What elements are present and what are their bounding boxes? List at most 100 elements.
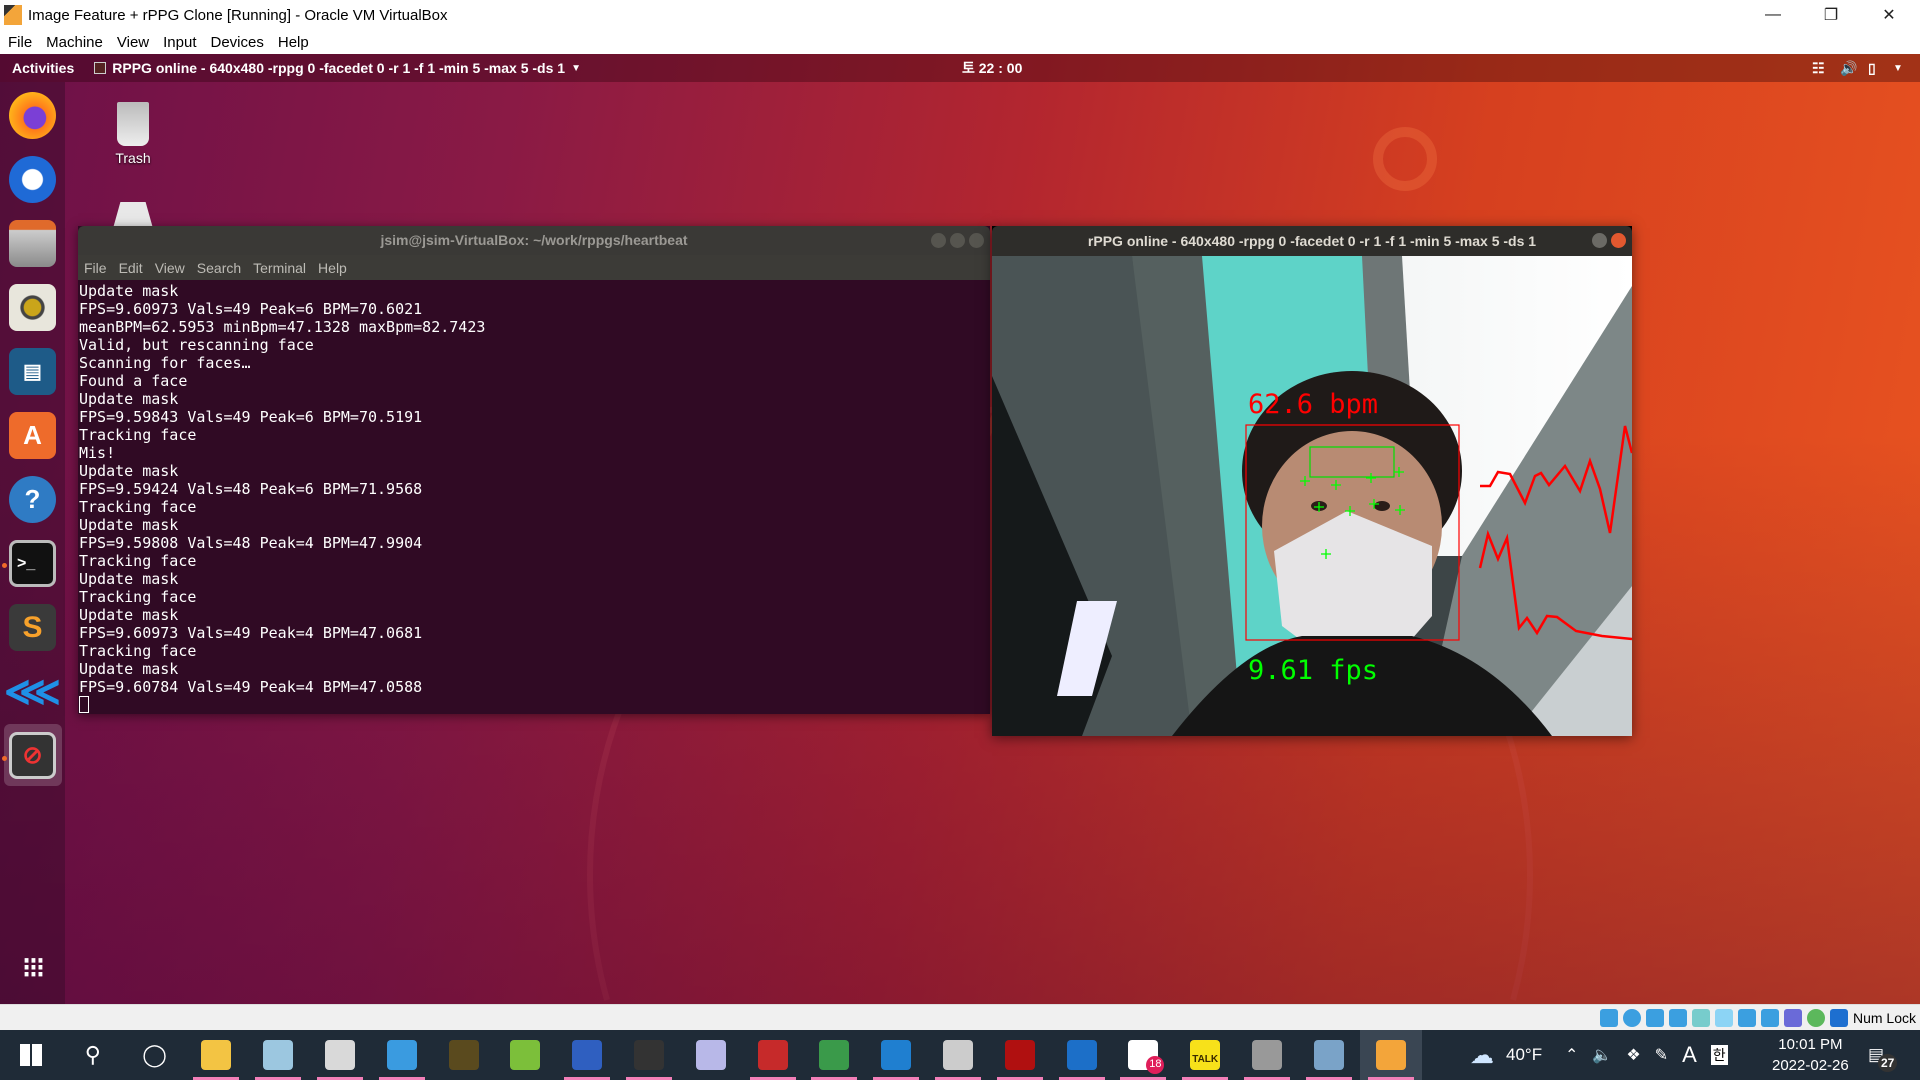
terminal-title-bar[interactable]: jsim@jsim-VirtualBox: ~/work/rppgs/heart… (78, 226, 990, 255)
virtualbox-icon[interactable] (1313, 1040, 1344, 1070)
usb-icon[interactable] (1691, 1008, 1710, 1027)
korean-ime[interactable]: 한 (1710, 1045, 1728, 1065)
close-button[interactable] (969, 233, 984, 248)
sublime-text-icon[interactable]: S (9, 604, 56, 651)
terminal-line: FPS=9.59808 Vals=48 Peak=4 BPM=47.9904 (79, 534, 423, 552)
activities-button[interactable]: Activities (12, 60, 74, 76)
reader-icon[interactable] (1066, 1040, 1097, 1070)
start-icon[interactable] (20, 1044, 42, 1066)
close-button[interactable]: ✕ (1860, 0, 1918, 30)
battery-icon[interactable]: ▯ (1868, 60, 1876, 77)
audio-icon[interactable] (1645, 1008, 1664, 1027)
vscode-icon[interactable]: ⋘ (4, 668, 61, 715)
restore-button[interactable]: ❐ (1802, 0, 1860, 30)
guest-screen[interactable]: Activities RPPG online - 640x480 -rppg 0… (0, 54, 1920, 1004)
optical-drive-icon[interactable] (1622, 1008, 1641, 1027)
menu-devices[interactable]: Devices (211, 34, 264, 51)
minimize-button[interactable] (931, 233, 946, 248)
terminal-icon[interactable]: >_ (9, 540, 56, 587)
file-explorer-icon[interactable] (201, 1040, 232, 1070)
terminal-line: Tracking face (79, 498, 197, 516)
terminal-line: Tracking face (79, 642, 197, 660)
minimize-button[interactable]: — (1744, 0, 1802, 30)
menu-edit[interactable]: Edit (119, 260, 143, 276)
terminal-output[interactable]: Update mask FPS=9.60973 Vals=49 Peak=6 B… (78, 280, 990, 714)
cmd-icon[interactable] (634, 1040, 664, 1070)
notification-center-button[interactable]: ▤ 27 (1868, 1030, 1898, 1080)
slack-icon[interactable]: 18 (1128, 1040, 1165, 1074)
utility-icon[interactable] (448, 1040, 479, 1070)
terminal-window[interactable]: jsim@jsim-VirtualBox: ~/work/rppgs/heart… (78, 226, 990, 714)
help-icon[interactable]: ? (9, 476, 56, 523)
menu-help[interactable]: Help (278, 34, 309, 51)
software-center-icon[interactable]: A (9, 412, 56, 459)
thunderbird-icon[interactable] (9, 156, 56, 203)
menu-terminal[interactable]: Terminal (253, 260, 306, 276)
search-icon[interactable]: ⚲ (78, 1040, 108, 1070)
kakaotalk-icon[interactable]: TALK (1190, 1040, 1221, 1070)
menu-file[interactable]: File (8, 34, 32, 51)
terminal-line: FPS=9.60784 Vals=49 Peak=4 BPM=47.0588 (79, 678, 423, 696)
virtualization-icon[interactable] (1783, 1008, 1802, 1027)
recording-icon[interactable] (1760, 1008, 1779, 1027)
acrobat-icon[interactable] (1004, 1040, 1035, 1070)
app-icon[interactable] (695, 1040, 726, 1070)
window-title: Image Feature + rPPG Clone [Running] - O… (28, 6, 448, 24)
terminal-cursor (79, 696, 89, 713)
snipping-tool-icon[interactable] (325, 1040, 355, 1070)
show-apps-icon[interactable]: ⁝⁝⁝ (9, 944, 56, 991)
terminal-line: Tracking face (79, 552, 197, 570)
notepad-icon[interactable] (263, 1040, 294, 1070)
cortana-icon[interactable]: ◯ (140, 1040, 170, 1070)
menu-machine[interactable]: Machine (46, 34, 103, 51)
notepadpp-icon[interactable] (510, 1040, 541, 1070)
control-panel-icon[interactable] (386, 1040, 417, 1070)
trash-desktop-icon[interactable]: Trash (100, 102, 166, 166)
keyboard-capture-icon[interactable] (1829, 1008, 1848, 1027)
network-icon[interactable] (1668, 1008, 1687, 1027)
weather-widget[interactable]: ☁ 40°F (1470, 1030, 1542, 1080)
vm-icon[interactable] (1252, 1040, 1282, 1070)
menu-help[interactable]: Help (318, 260, 347, 276)
clock[interactable]: 토 22 : 00 (962, 58, 1022, 78)
volume-icon[interactable]: 🔈 (1592, 1045, 1612, 1065)
display-icon[interactable] (1737, 1008, 1756, 1027)
menu-search[interactable]: Search (197, 260, 241, 276)
rppg-title-bar[interactable]: rPPG online - 640x480 -rppg 0 -facedet 0… (992, 226, 1632, 256)
system-menu-chevron-icon[interactable]: ▼ (1893, 63, 1903, 74)
remote-desktop-icon[interactable] (572, 1040, 603, 1070)
ime-mode[interactable]: A (1682, 1042, 1697, 1068)
vm-status-bar: Num Lock (0, 1004, 1920, 1030)
hard-disk-icon[interactable] (1599, 1008, 1618, 1027)
files-icon[interactable] (9, 220, 56, 267)
chrome-icon[interactable] (819, 1040, 850, 1070)
menu-view[interactable]: View (155, 260, 185, 276)
zotero-icon[interactable] (757, 1040, 788, 1070)
clock[interactable]: 10:01 PM 2022-02-26 (1772, 1030, 1849, 1080)
maximize-button[interactable] (950, 233, 965, 248)
menu-view[interactable]: View (117, 34, 149, 51)
volume-icon[interactable]: 🔊 (1840, 60, 1857, 77)
trash-icon (117, 102, 149, 146)
rhythmbox-icon[interactable] (9, 284, 56, 331)
menu-input[interactable]: Input (163, 34, 196, 51)
rppg-window[interactable]: rPPG online - 640x480 -rppg 0 -facedet 0… (992, 226, 1632, 736)
network-icon[interactable]: ☷ (1812, 60, 1825, 77)
chevron-up-icon[interactable]: ⌃ (1565, 1045, 1578, 1065)
rppg-app-icon[interactable]: ⊘ (9, 732, 56, 779)
close-button[interactable] (1611, 233, 1626, 248)
menu-file[interactable]: File (84, 260, 107, 276)
shared-folders-icon[interactable] (1714, 1008, 1733, 1027)
monitor-icon[interactable] (943, 1040, 973, 1070)
mouse-integration-icon[interactable] (1806, 1008, 1825, 1027)
firefox-icon[interactable] (9, 92, 56, 139)
pen-icon[interactable]: ✎ (1655, 1045, 1668, 1065)
minimize-button[interactable] (1592, 233, 1607, 248)
terminal-line: Update mask (79, 282, 179, 300)
windows-taskbar: ⚲ ◯ 18 TALK ☁ 40°F ⌃ 🔈 ❖ ✎ A 한 10:01 PM 202… (0, 1030, 1920, 1080)
app-menu[interactable]: RPPG online - 640x480 -rppg 0 -facedet 0… (94, 60, 581, 76)
vbox-vm-icon[interactable] (1375, 1040, 1406, 1070)
vscode-icon[interactable] (881, 1040, 912, 1070)
dropbox-icon[interactable]: ❖ (1626, 1045, 1640, 1065)
libreoffice-writer-icon[interactable]: ▤ (9, 348, 56, 395)
